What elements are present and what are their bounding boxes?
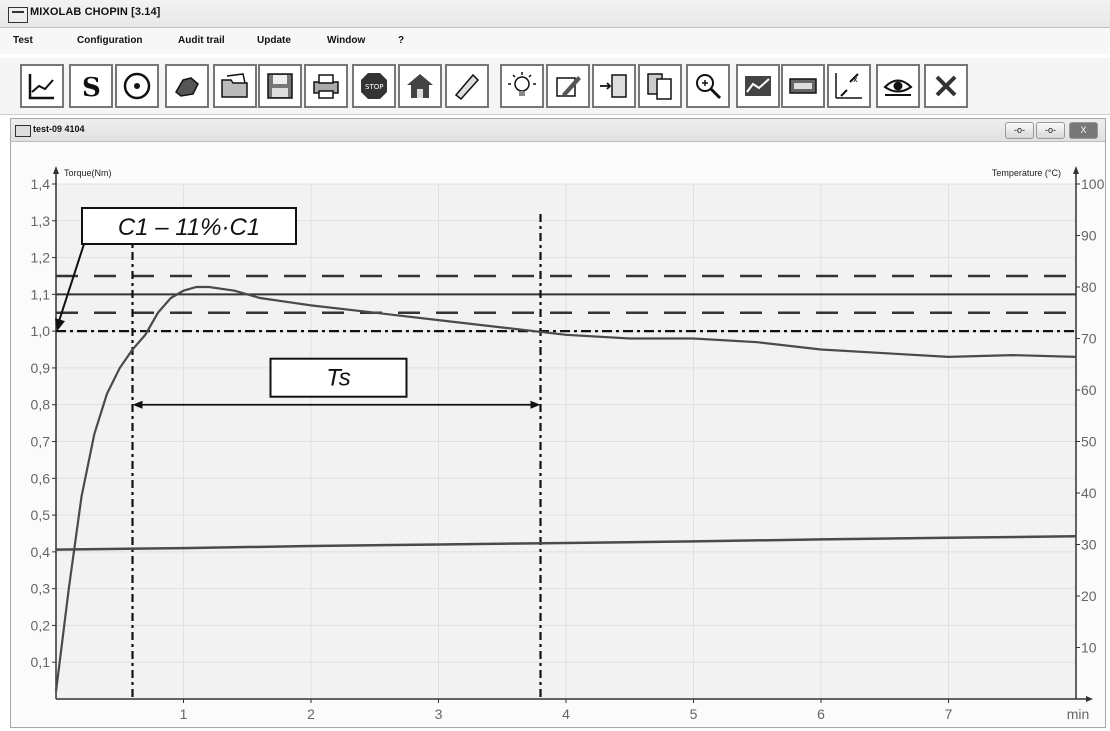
window-title-bar: test-09 4104 -o- -o- X — [11, 119, 1105, 142]
y-tick-label-right: 70 — [1081, 331, 1097, 347]
x-tick-label: 4 — [562, 706, 570, 722]
x-tick-label: 7 — [945, 706, 953, 722]
minimize-button[interactable]: -o- — [1005, 122, 1034, 139]
ts-label: Ts — [326, 365, 350, 392]
y-tick-label-left: 0,4 — [31, 544, 51, 560]
y-axis-right-arrow — [1073, 166, 1079, 174]
menu-window[interactable]: Window — [327, 35, 365, 46]
x-tick-label: 2 — [307, 706, 315, 722]
chart-icon[interactable] — [736, 64, 780, 108]
y-tick-label-left: 0,8 — [31, 397, 51, 413]
y-tick-label-left: 0,2 — [31, 617, 51, 633]
menu-help[interactable]: ? — [398, 35, 404, 46]
lightbulb-icon[interactable] — [500, 64, 544, 108]
c1-label: C1 – 11%·C1 — [118, 214, 260, 241]
x-tick-label: min — [1067, 706, 1090, 722]
app-title: MIXOLAB CHOPIN [3.14] — [30, 6, 161, 18]
y-axis-left-arrow — [53, 166, 59, 174]
y-tick-label-right: 20 — [1081, 588, 1097, 604]
x-tick-label: 3 — [435, 706, 443, 722]
open-folder-icon[interactable] — [213, 64, 257, 108]
menu-audit-trail[interactable]: Audit trail — [178, 35, 225, 46]
close-window-button[interactable]: X — [1069, 122, 1098, 139]
graph-icon[interactable] — [20, 64, 64, 108]
x-tick-label: 1 — [180, 706, 188, 722]
y-tick-label-left: 0,9 — [31, 360, 51, 376]
app-title-bar: MIXOLAB CHOPIN [3.14] — [0, 0, 1110, 28]
export-icon[interactable] — [592, 64, 636, 108]
app-icon — [8, 7, 28, 23]
menu-bar: Test Configuration Audit trail Update Wi… — [0, 28, 1110, 54]
restore-button[interactable]: -o- — [1036, 122, 1065, 139]
y-tick-label-left: 0,1 — [31, 654, 51, 670]
window-title: test-09 4104 — [33, 124, 85, 134]
x-axis-arrow — [1086, 696, 1093, 702]
menu-test[interactable]: Test — [13, 35, 33, 46]
y-tick-label-right: 80 — [1081, 279, 1097, 295]
y-tick-label-left: 1,3 — [31, 213, 51, 229]
menu-configuration[interactable]: Configuration — [77, 35, 143, 46]
y-tick-label-left: 0,5 — [31, 507, 51, 523]
y-tick-label-right: 100 — [1081, 176, 1105, 192]
menu-update[interactable]: Update — [257, 35, 291, 46]
y-tick-label-right: 90 — [1081, 228, 1097, 244]
edit-curve-icon[interactable] — [546, 64, 590, 108]
y-tick-label-left: 1,2 — [31, 250, 51, 266]
y-tick-label-right: 60 — [1081, 382, 1097, 398]
y-tick-label-left: 0,7 — [31, 434, 51, 450]
display-icon[interactable] — [781, 64, 825, 108]
y-tick-label-left: 1,1 — [31, 286, 51, 302]
mixolab-chart: Torque(Nm) Temperature (°C) 0,1 0,2 0,3 0,4 0,… — [31, 166, 1105, 722]
y-axis-right-label: Temperature (°C) — [992, 168, 1061, 178]
eye-icon[interactable] — [876, 64, 920, 108]
y-tick-label-left: 1,0 — [31, 323, 51, 339]
stop-icon[interactable]: STOP — [352, 64, 396, 108]
svg-text:S: S — [82, 73, 101, 102]
copy-icon[interactable] — [638, 64, 682, 108]
y-tick-label-right: 40 — [1081, 485, 1097, 501]
zoom-icon[interactable] — [686, 64, 730, 108]
x-tick-label: 5 — [690, 706, 698, 722]
svg-text:x: x — [853, 75, 858, 84]
print-icon[interactable] — [304, 64, 348, 108]
scale-icon[interactable]: x — [827, 64, 871, 108]
window-icon — [15, 125, 31, 137]
ruler-icon[interactable] — [445, 64, 489, 108]
y-tick-label-right: 10 — [1081, 640, 1097, 656]
s-letter-icon[interactable]: S — [69, 64, 113, 108]
close-x-icon[interactable] — [924, 64, 968, 108]
home-icon[interactable] — [398, 64, 442, 108]
y-axis-left-label: Torque(Nm) — [64, 168, 112, 178]
x-tick-label: 6 — [817, 706, 825, 722]
y-tick-label-right: 30 — [1081, 537, 1097, 553]
circle-target-icon[interactable] — [115, 64, 159, 108]
y-tick-label-left: 0,6 — [31, 470, 51, 486]
y-tick-label-left: 1,4 — [31, 176, 51, 192]
toolbar: S STOP x — [0, 58, 1110, 115]
svg-text:STOP: STOP — [365, 83, 383, 91]
y-tick-label-right: 50 — [1081, 434, 1097, 450]
save-disk-icon[interactable] — [258, 64, 302, 108]
y-tick-label-left: 0,3 — [31, 581, 51, 597]
hand-icon[interactable] — [165, 64, 209, 108]
